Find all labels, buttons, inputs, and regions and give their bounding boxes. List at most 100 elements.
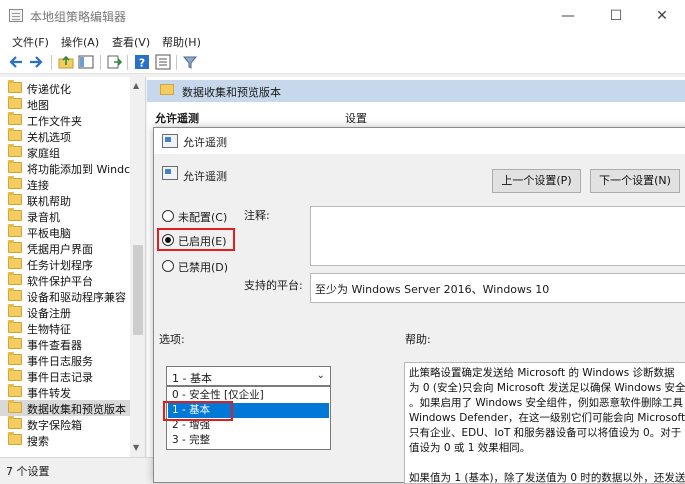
close-button[interactable]: ✕ [639, 0, 685, 32]
tree-item-label: 联机帮助 [27, 195, 71, 208]
help-line: 。如果启用了 Windows 安全组件，例如恶意软件删除工具 [409, 397, 684, 409]
status-text: 7 个设置 [6, 465, 50, 478]
tree-item[interactable]: 设备和驱动程序兼容 [0, 288, 130, 304]
forward-icon[interactable] [28, 54, 44, 70]
policy-icon [162, 134, 178, 148]
tree-item-label: 设备注册 [27, 307, 71, 320]
tree-item-label: 任务计划程序 [27, 259, 93, 272]
tree-item[interactable]: 生物特征 [0, 320, 130, 336]
help-label: 帮助: [405, 333, 431, 346]
radio-enabled-label: 已启用(E) [178, 235, 227, 248]
folder-header-title: 数据收集和预览版本 [182, 86, 281, 99]
tree-item-label: 传递优化 [27, 83, 71, 96]
folder-icon [8, 112, 22, 125]
tree-item[interactable]: 搜索 [0, 432, 130, 448]
tree-item[interactable]: 事件查看器 [0, 336, 130, 352]
column-header-setting[interactable]: 设置 [345, 110, 367, 126]
maximize-button[interactable]: ☐ [593, 0, 639, 32]
radio-disabled[interactable] [162, 260, 174, 272]
folder-header: 数据收集和预览版本 [147, 80, 685, 102]
tree-item[interactable]: 家庭组 [0, 144, 130, 160]
help-line: 值设为 0 或 1 效果相同。 [409, 442, 531, 454]
tree-item-label: 家庭组 [27, 147, 60, 160]
tree-item[interactable]: 联机帮助 [0, 192, 130, 208]
folder-icon [8, 208, 22, 221]
tree-item[interactable]: 地图 [0, 96, 130, 112]
help-line: 只有企业、EDU、IoT 和服务器设备可以将值设为 0。对于 [409, 427, 682, 439]
tree-item[interactable]: 关机选项 [0, 128, 130, 144]
properties-icon[interactable] [155, 54, 171, 70]
telemetry-level-select[interactable]: 1 - 基本 ⌄ [166, 366, 331, 386]
back-icon[interactable] [8, 54, 24, 70]
help-line: 如果值为 1 (基本)，除了发送值为 0 时的数据以外，还发送 [409, 472, 685, 484]
policy-icon [162, 166, 178, 180]
folder-icon [8, 160, 22, 173]
tree-item[interactable]: 传递优化 [0, 80, 130, 96]
toolbar-separator [100, 55, 101, 70]
tree-item-label: 录音机 [27, 211, 60, 224]
tree-item[interactable]: 软件保护平台 [0, 272, 130, 288]
telemetry-level-value: 1 - 基本 [172, 372, 212, 385]
tree-item[interactable]: 事件转发 [0, 384, 130, 400]
menu-bar: 文件(F) 操作(A) 查看(V) 帮助(H) [0, 32, 685, 51]
tree-item[interactable]: 任务计划程序 [0, 256, 130, 272]
folder-icon [160, 84, 174, 95]
toolbar: ? [0, 51, 685, 74]
radio-not-configured-label: 未配置(C) [178, 211, 228, 224]
toolbar-separator [51, 55, 52, 70]
platform-field: 至少为 Windows Server 2016、Windows 10 [310, 273, 685, 303]
tree-item-label: 事件日志记录 [27, 371, 93, 384]
tree-item[interactable]: 设备注册 [0, 304, 130, 320]
tree-item[interactable]: 录音机 [0, 208, 130, 224]
folder-icon [8, 432, 22, 445]
tree-scrollbar[interactable]: ▲ ▼ [130, 77, 145, 457]
help-line: Windows Defender，在这一级别它们可能会向 Microsoft [409, 412, 685, 424]
help-text-box[interactable]: 此策略设置确定发送给 Microsoft 的 Windows 诊断数据 为 0 … [404, 362, 685, 484]
tree-item-label: 软件保护平台 [27, 275, 93, 288]
next-setting-button[interactable]: 下一个设置(N) [590, 169, 680, 193]
tree-item-label: 事件日志服务 [27, 355, 93, 368]
menu-file[interactable]: 文件(F) [12, 34, 49, 50]
tree-item[interactable]: 平板电脑 [0, 224, 130, 240]
tree-item[interactable]: 将功能添加到 Windc [0, 160, 130, 176]
folder-icon [8, 96, 22, 109]
radio-not-configured[interactable] [162, 210, 174, 222]
filter-icon[interactable] [182, 54, 198, 70]
tree-item[interactable]: 事件日志记录 [0, 368, 130, 384]
tree-item[interactable]: 数据收集和预览版本 [0, 400, 130, 416]
folder-icon [8, 400, 22, 413]
tree-item-label: 地图 [27, 99, 49, 112]
show-hide-tree-icon[interactable] [78, 54, 94, 70]
prev-setting-button[interactable]: 上一个设置(P) [492, 169, 581, 193]
tree-item-label: 数据收集和预览版本 [27, 403, 126, 416]
tree-item[interactable]: 工作文件夹 [0, 112, 130, 128]
dialog-title: 允许遥测 [183, 136, 227, 149]
tree-item-label: 事件查看器 [27, 339, 82, 352]
menu-help[interactable]: 帮助(H) [162, 34, 201, 50]
tree-item[interactable]: 连接 [0, 176, 130, 192]
folder-icon [8, 416, 22, 429]
radio-enabled[interactable] [162, 234, 174, 246]
comment-textarea[interactable] [310, 206, 685, 266]
tree-item[interactable]: 凭据用户界面 [0, 240, 130, 256]
menu-view[interactable]: 查看(V) [112, 34, 150, 50]
tree-scroll-thumb[interactable] [133, 245, 143, 335]
minimize-button[interactable]: — [545, 0, 591, 32]
tree-item-label: 数字保险箱 [27, 419, 82, 432]
chevron-down-icon[interactable]: ⌄ [317, 370, 325, 381]
help-icon[interactable]: ? [134, 54, 150, 70]
help-line: 此策略设置确定发送给 Microsoft 的 Windows 诊断数据 [409, 367, 675, 379]
folder-up-icon[interactable] [58, 54, 74, 70]
tree-item[interactable]: 数字保险箱 [0, 416, 130, 432]
tree-item-label: 关机选项 [27, 131, 71, 144]
tree-item[interactable]: 事件日志服务 [0, 352, 130, 368]
folder-icon [8, 128, 22, 141]
options-label: 选项: [159, 333, 185, 346]
selected-policy-title: 允许遥测 [155, 112, 199, 125]
folder-icon [8, 176, 22, 189]
dropdown-option-full[interactable]: 3 - 完整 [168, 433, 329, 448]
tree-item-label: 设备和驱动程序兼容 [27, 291, 126, 304]
menu-action[interactable]: 操作(A) [61, 34, 99, 50]
export-icon[interactable] [106, 54, 122, 70]
category-tree: 传递优化地图 工作文件夹关机选项家庭组 将功能添加到 Windc 连接联机帮助录音机平… [0, 77, 146, 457]
